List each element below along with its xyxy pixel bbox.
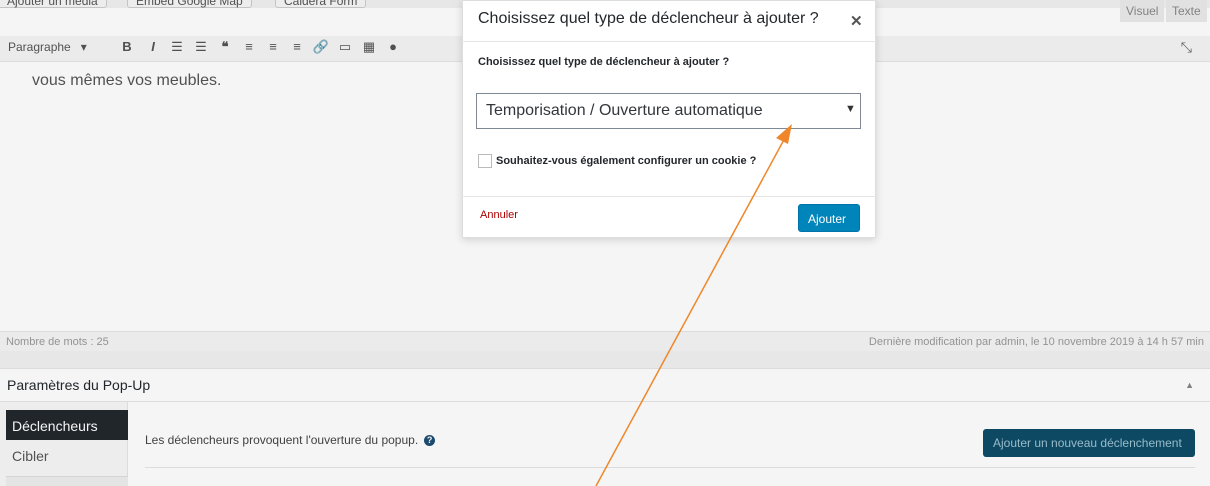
annotation-arrow-icon xyxy=(595,124,792,486)
